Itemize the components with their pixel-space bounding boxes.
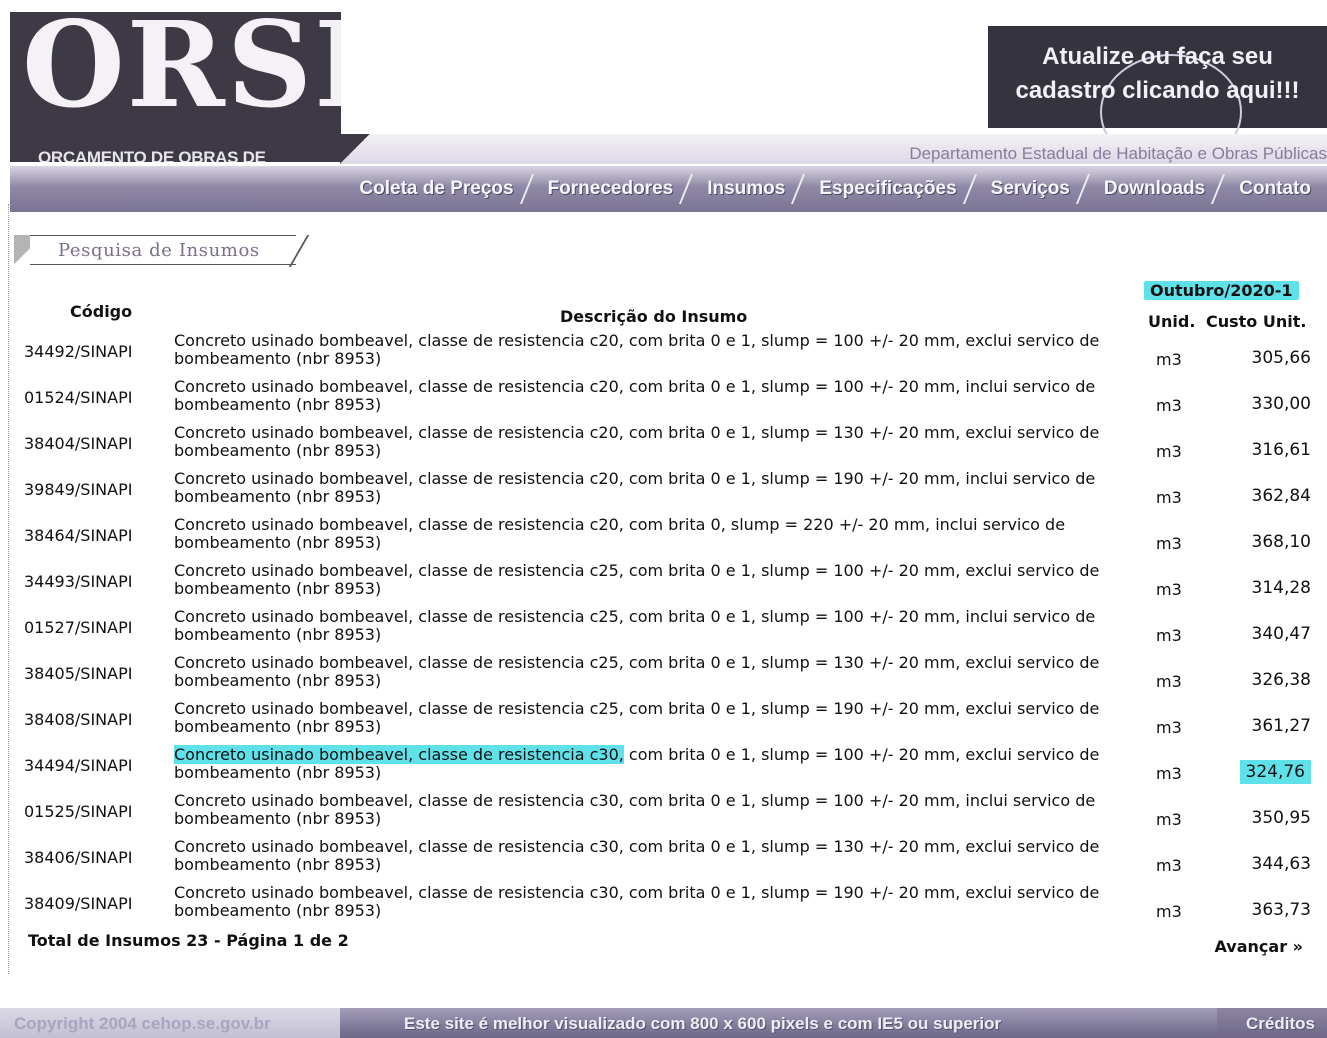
table-row: 34493/SINAPI Concreto usinado bombeavel, … bbox=[0, 560, 1327, 606]
insumo-code: 01524/SINAPI bbox=[24, 388, 133, 407]
highlighted-cost: 324,76 bbox=[1239, 760, 1311, 784]
insumo-cost: 316,61 bbox=[1251, 440, 1311, 460]
footer-copyright: Copyright 2004 cehop.se.gov.br bbox=[14, 1014, 271, 1033]
department-band: Departamento Estadual de Habitação e Obr… bbox=[340, 134, 1327, 164]
nav-item-especificacoes[interactable]: Especificações bbox=[801, 166, 972, 212]
next-page-link[interactable]: Avançar » bbox=[1214, 937, 1303, 956]
insumo-unit: m3 bbox=[1156, 488, 1182, 507]
insumo-description: Concreto usinado bombeavel, classe de re… bbox=[174, 745, 1139, 782]
insumo-description: Concreto usinado bombeavel, classe de re… bbox=[174, 515, 1066, 552]
highlighted-text: Concreto usinado bombeavel, classe de re… bbox=[174, 745, 624, 764]
orse-logo[interactable]: ORSE ORÇAMENTO DE OBRAS DE SERGIPE bbox=[10, 12, 341, 162]
insumo-description: Concreto usinado bombeavel, classe de re… bbox=[174, 377, 1096, 414]
insumo-code: 38408/SINAPI bbox=[24, 710, 133, 729]
period-label: Outubro/2020-1 bbox=[1144, 281, 1299, 300]
insumo-code: 39849/SINAPI bbox=[24, 480, 133, 499]
table-row: 01527/SINAPI Concreto usinado bombeavel, … bbox=[0, 606, 1327, 652]
table-row: 38406/SINAPI Concreto usinado bombeavel, … bbox=[0, 836, 1327, 882]
insumo-description: Concreto usinado bombeavel, classe de re… bbox=[174, 561, 1100, 598]
insumo-unit: m3 bbox=[1156, 580, 1182, 599]
insumo-description: Concreto usinado bombeavel, classe de re… bbox=[174, 607, 1096, 644]
promo-line-1: Atualize ou faça seu bbox=[1042, 43, 1273, 70]
header-code: Código bbox=[70, 302, 133, 321]
insumo-unit: m3 bbox=[1156, 764, 1182, 783]
table-row: 39849/SINAPI Concreto usinado bombeavel, … bbox=[0, 468, 1327, 514]
table-row: 34492/SINAPI Concreto usinado bombeavel, … bbox=[0, 330, 1327, 376]
insumo-code: 38409/SINAPI bbox=[24, 894, 133, 913]
insumo-description: Concreto usinado bombeavel, classe de re… bbox=[174, 837, 1100, 874]
insumo-cost: 326,38 bbox=[1251, 670, 1311, 690]
insumo-cost: 324,76 bbox=[1239, 760, 1311, 784]
table-row: 38405/SINAPI Concreto usinado bombeavel, … bbox=[0, 652, 1327, 698]
insumo-code: 38406/SINAPI bbox=[24, 848, 133, 867]
insumo-description: Concreto usinado bombeavel, classe de re… bbox=[174, 791, 1096, 828]
insumo-description: Concreto usinado bombeavel, classe de re… bbox=[174, 469, 1096, 506]
insumo-code: 38404/SINAPI bbox=[24, 434, 133, 453]
insumo-code: 01525/SINAPI bbox=[24, 802, 133, 821]
table-row: 38404/SINAPI Concreto usinado bombeavel, … bbox=[0, 422, 1327, 468]
nav-item-coleta-de-precos[interactable]: Coleta de Preços bbox=[341, 166, 529, 212]
logo-text: ORSE bbox=[22, 12, 341, 134]
footer: Copyright 2004 cehop.se.gov.br Este site… bbox=[0, 1008, 1327, 1038]
promo-line-2: cadastro clicando aqui!!! bbox=[1015, 77, 1300, 104]
section-title: Pesquisa de Insumos bbox=[58, 240, 260, 261]
main-nav: Coleta de Preços Fornecedores Insumos Espec… bbox=[10, 166, 1327, 212]
promo-banner[interactable]: Atualize ou faça seu cadastro clicando a… bbox=[988, 26, 1327, 162]
insumo-unit: m3 bbox=[1156, 534, 1182, 553]
insumo-description: Concreto usinado bombeavel, classe de re… bbox=[174, 883, 1100, 920]
insumo-code: 34492/SINAPI bbox=[24, 342, 133, 361]
insumo-description: Concreto usinado bombeavel, classe de re… bbox=[174, 331, 1100, 368]
insumo-code: 34493/SINAPI bbox=[24, 572, 133, 591]
insumo-unit: m3 bbox=[1156, 810, 1182, 829]
table-row: 01524/SINAPI Concreto usinado bombeavel, … bbox=[0, 376, 1327, 422]
insumo-cost: 340,47 bbox=[1251, 624, 1311, 644]
table-row: 01525/SINAPI Concreto usinado bombeavel, … bbox=[0, 790, 1327, 836]
insumo-cost: 368,10 bbox=[1251, 532, 1311, 552]
insumo-code: 38405/SINAPI bbox=[24, 664, 133, 683]
header-unit: Unid. bbox=[1148, 312, 1196, 331]
insumo-cost: 305,66 bbox=[1251, 348, 1311, 368]
insumo-description: Concreto usinado bombeavel, classe de re… bbox=[174, 653, 1100, 690]
nav-item-contato[interactable]: Contato bbox=[1221, 166, 1327, 212]
insumo-cost: 344,63 bbox=[1251, 854, 1311, 874]
insumo-description: Concreto usinado bombeavel, classe de re… bbox=[174, 699, 1100, 736]
insumo-cost: 363,73 bbox=[1251, 900, 1311, 920]
insumo-unit: m3 bbox=[1156, 626, 1182, 645]
nav-item-fornecedores[interactable]: Fornecedores bbox=[530, 166, 690, 212]
pagination-summary: Total de Insumos 23 - Página 1 de 2 bbox=[28, 931, 349, 950]
nav-item-downloads[interactable]: Downloads bbox=[1086, 166, 1221, 212]
header-description: Descrição do Insumo bbox=[560, 307, 748, 326]
insumo-code: 38464/SINAPI bbox=[24, 526, 133, 545]
table-row: 38408/SINAPI Concreto usinado bombeavel, … bbox=[0, 698, 1327, 744]
insumo-cost: 361,27 bbox=[1251, 716, 1311, 736]
insumo-cost: 350,95 bbox=[1251, 808, 1311, 828]
insumo-unit: m3 bbox=[1156, 718, 1182, 737]
insumo-unit: m3 bbox=[1156, 856, 1182, 875]
department-name: Departamento Estadual de Habitação e Obr… bbox=[909, 144, 1327, 163]
insumo-unit: m3 bbox=[1156, 350, 1182, 369]
insumo-cost: 330,00 bbox=[1251, 394, 1311, 414]
insumo-cost: 362,84 bbox=[1251, 486, 1311, 506]
nav-item-insumos[interactable]: Insumos bbox=[689, 166, 801, 212]
insumo-code: 34494/SINAPI bbox=[24, 756, 133, 775]
insumo-description: Concreto usinado bombeavel, classe de re… bbox=[174, 423, 1100, 460]
insumo-unit: m3 bbox=[1156, 442, 1182, 461]
nav-item-servicos[interactable]: Serviços bbox=[973, 166, 1086, 212]
insumo-cost: 314,28 bbox=[1251, 578, 1311, 598]
insumo-unit: m3 bbox=[1156, 902, 1182, 921]
logo-subtitle: ORÇAMENTO DE OBRAS DE SERGIPE bbox=[38, 148, 266, 162]
table-row: 34494/SINAPI Concreto usinado bombeavel, … bbox=[0, 744, 1327, 790]
table-row: 38409/SINAPI Concreto usinado bombeavel, … bbox=[0, 882, 1327, 928]
footer-note: Este site é melhor visualizado com 800 x… bbox=[404, 1014, 1002, 1033]
insumo-code: 01527/SINAPI bbox=[24, 618, 133, 637]
insumo-unit: m3 bbox=[1156, 396, 1182, 415]
credits-link[interactable]: Créditos bbox=[1246, 1014, 1315, 1034]
insumo-unit: m3 bbox=[1156, 672, 1182, 691]
header-cost: Custo Unit. bbox=[1206, 312, 1307, 331]
table-row: 38464/SINAPI Concreto usinado bombeavel, … bbox=[0, 514, 1327, 560]
